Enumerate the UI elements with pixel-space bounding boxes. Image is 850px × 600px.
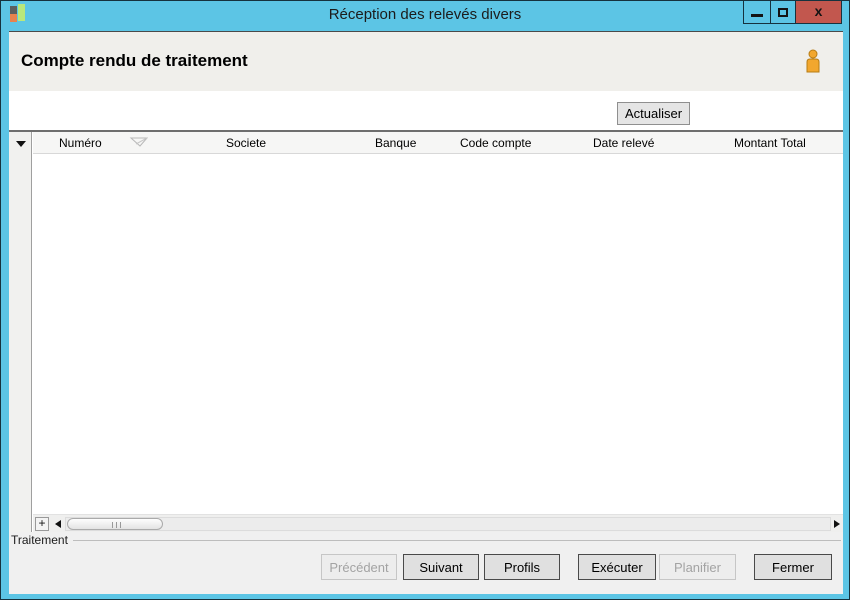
- column-header-code-compte[interactable]: Code compte: [460, 136, 531, 150]
- scrollbar-track[interactable]: [65, 517, 831, 531]
- maximize-icon: [778, 7, 788, 17]
- profils-button[interactable]: Profils: [484, 554, 560, 580]
- window-title: Réception des relevés divers: [328, 6, 522, 23]
- app-window: Réception des relevés divers x Compte re…: [0, 0, 850, 600]
- scroll-left-icon[interactable]: [55, 520, 61, 528]
- sort-indicator-icon[interactable]: [129, 137, 149, 151]
- minimize-icon: [751, 14, 763, 17]
- grid-body-empty[interactable]: [33, 154, 843, 514]
- maximize-button[interactable]: [770, 1, 796, 24]
- minimize-button[interactable]: [743, 1, 771, 24]
- close-icon: x: [814, 3, 823, 19]
- grid-row-selector-column[interactable]: [9, 132, 32, 532]
- dialog-content: Compte rendu de traitement Actualiser Nu…: [9, 31, 843, 594]
- refresh-button[interactable]: Actualiser: [617, 102, 690, 125]
- scrollbar-grip-icon: [112, 522, 121, 528]
- results-grid: Numéro Societe Banque Code compte Date r…: [9, 130, 843, 532]
- executer-button[interactable]: Exécuter: [578, 554, 656, 580]
- column-header-societe[interactable]: Societe: [226, 136, 266, 150]
- toolbar: Actualiser: [9, 91, 843, 130]
- horizontal-scrollbar: +: [33, 514, 843, 532]
- titlebar[interactable]: Réception des relevés divers x: [1, 1, 849, 30]
- column-header-numero[interactable]: Numéro: [59, 136, 102, 150]
- traitement-group-line: [73, 540, 841, 541]
- close-button[interactable]: x: [795, 1, 842, 24]
- column-header-montant-total[interactable]: Montant Total: [734, 136, 806, 150]
- footer-panel: Traitement Précédent Suivant Profils Exé…: [9, 532, 843, 594]
- grid-header-row: Numéro Societe Banque Code compte Date r…: [33, 132, 843, 154]
- scrollbar-thumb[interactable]: [67, 518, 163, 530]
- column-header-banque[interactable]: Banque: [375, 136, 416, 150]
- report-header-panel: Compte rendu de traitement: [9, 32, 843, 91]
- scroll-right-icon[interactable]: [834, 520, 840, 528]
- page-title: Compte rendu de traitement: [21, 51, 248, 70]
- add-row-button[interactable]: +: [35, 517, 49, 531]
- user-icon: [804, 49, 822, 78]
- traitement-group-label: Traitement: [11, 533, 68, 547]
- grid-dropdown-caret-icon[interactable]: [16, 141, 26, 147]
- suivant-button[interactable]: Suivant: [403, 554, 479, 580]
- planifier-button: Planifier: [659, 554, 736, 580]
- column-header-date-releve[interactable]: Date relevé: [593, 136, 654, 150]
- fermer-button[interactable]: Fermer: [754, 554, 832, 580]
- caption-buttons: x: [743, 1, 842, 24]
- precedent-button: Précédent: [321, 554, 397, 580]
